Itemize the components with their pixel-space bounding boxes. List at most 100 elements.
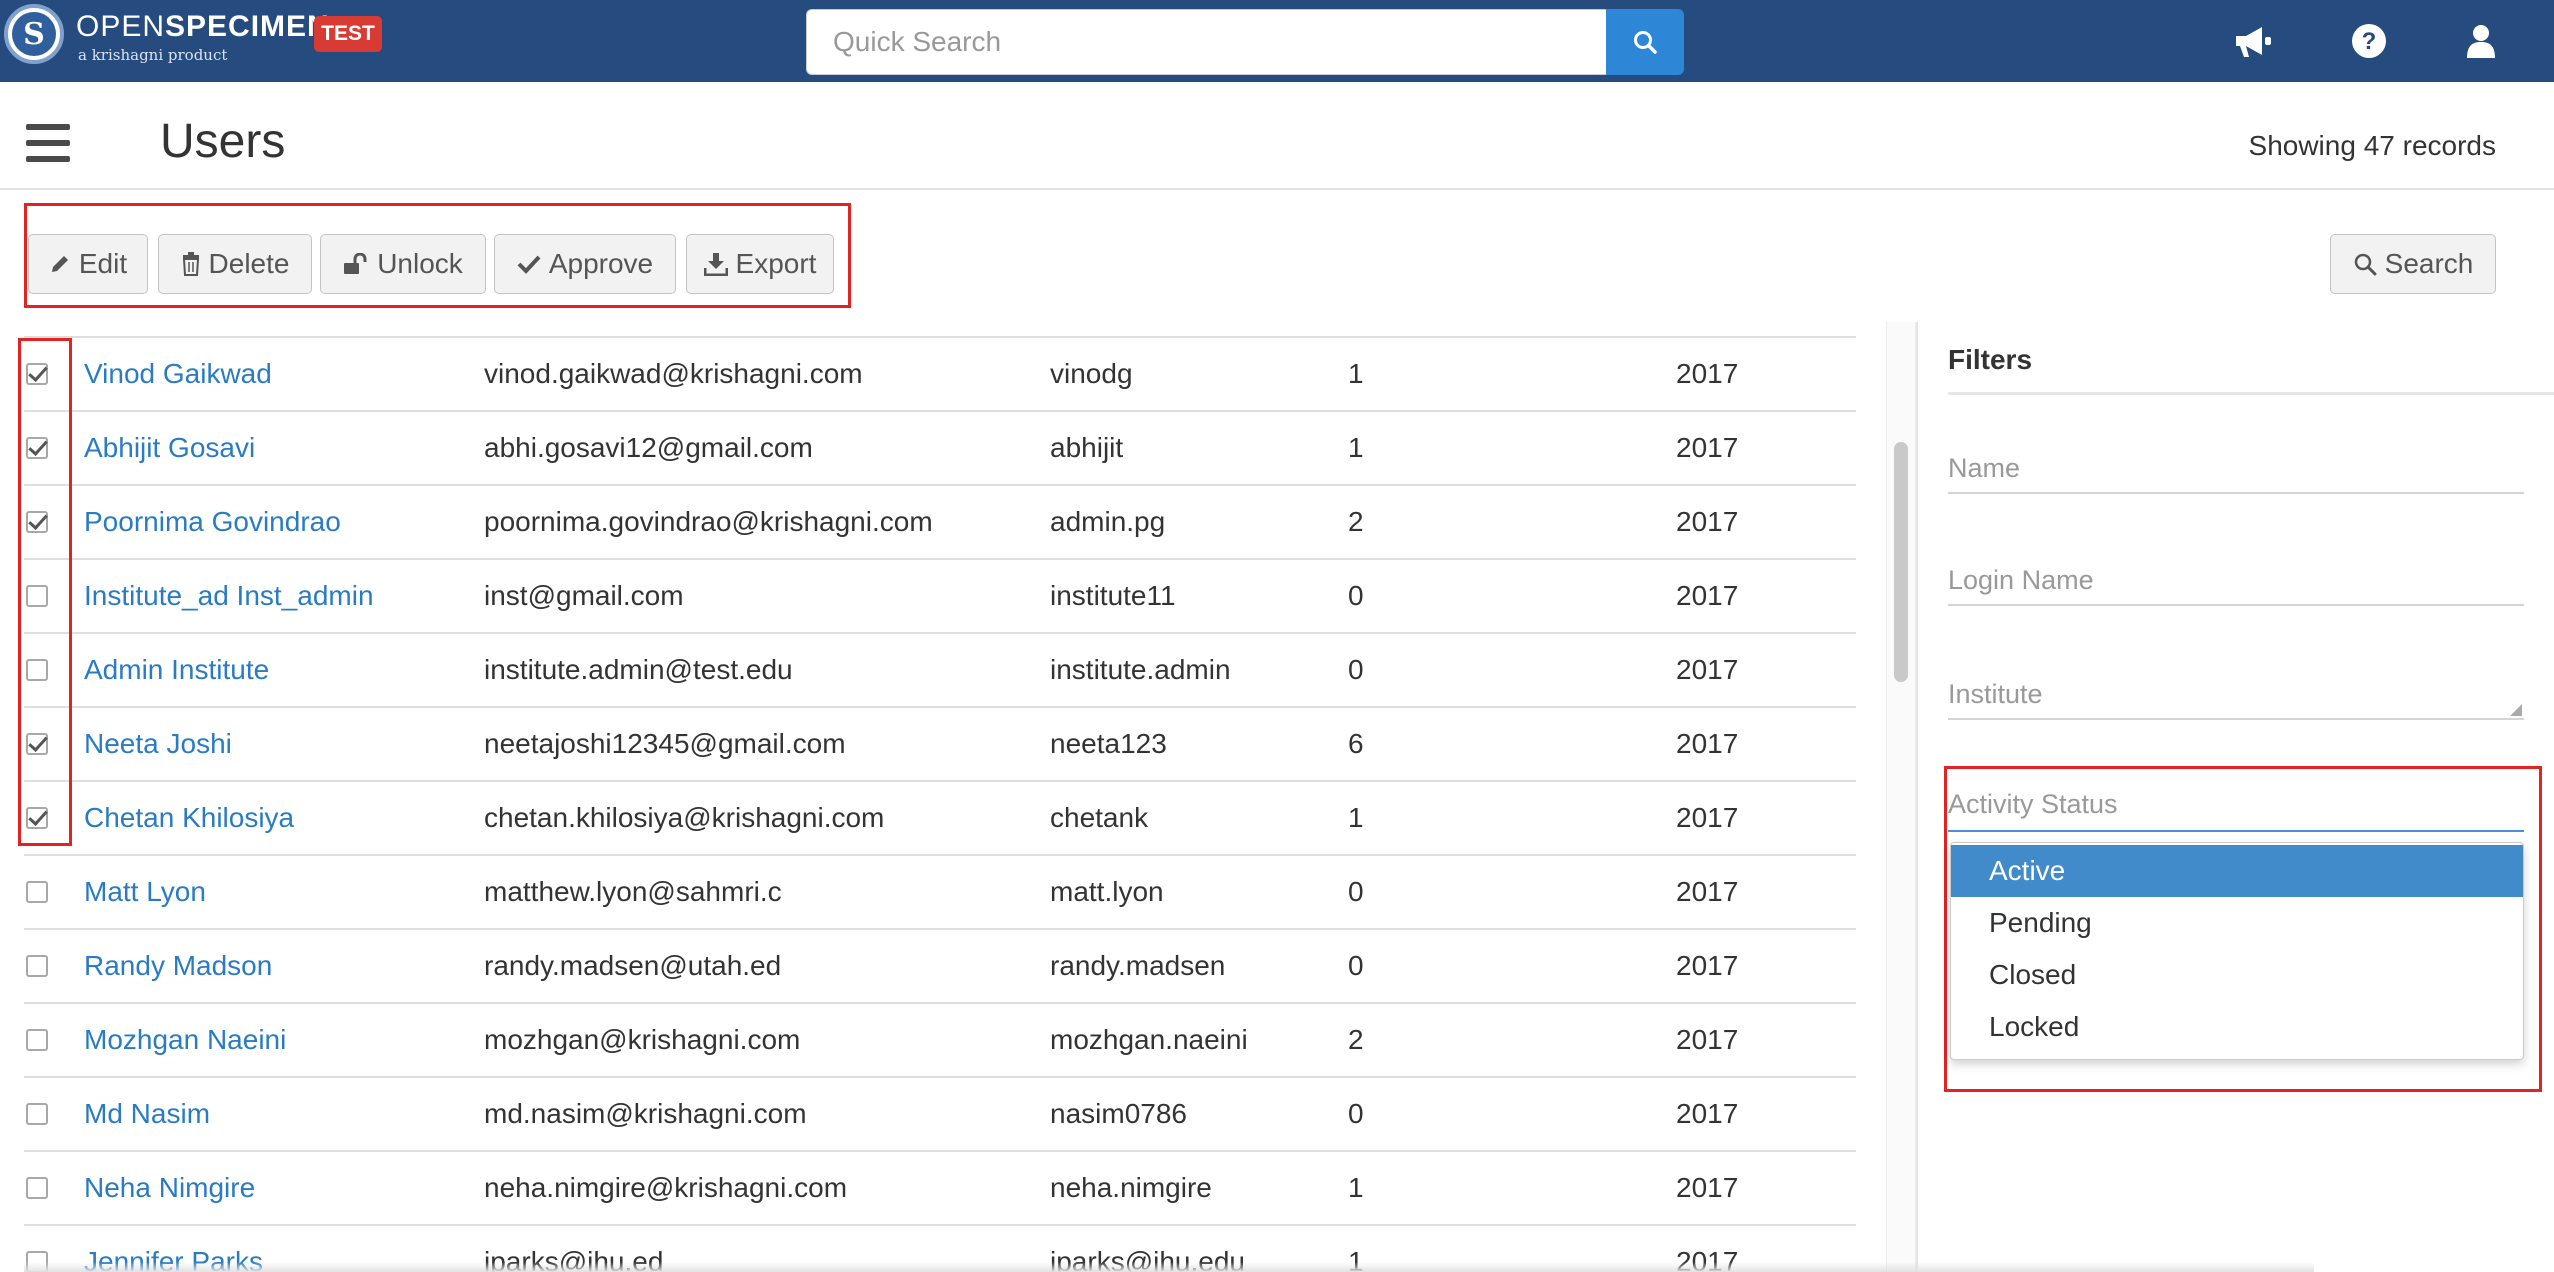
name-filter-field[interactable]: Name	[1948, 448, 2524, 494]
scrollbar-thumb[interactable]	[1894, 442, 1908, 682]
window-bottom-edge	[24, 1262, 2314, 1272]
user-count: 0	[1348, 1098, 1364, 1129]
user-email: neha.nimgire@krishagni.com	[484, 1172, 848, 1203]
brand-tagline: a krishagni product	[78, 46, 228, 64]
user-name-link[interactable]: Poornima Govindrao	[84, 486, 341, 558]
table-row: Abhijit Gosavi abhi.gosavi12@gmail.com a…	[24, 410, 1856, 484]
user-count: 1	[1348, 358, 1364, 389]
user-email: inst@gmail.com	[484, 580, 684, 611]
user-name-link[interactable]: Chetan Khilosiya	[84, 782, 294, 854]
search-icon	[2354, 253, 2377, 276]
status-option-active[interactable]: Active	[1951, 845, 2523, 897]
approve-label: Approve	[548, 248, 654, 279]
user-count: 0	[1348, 950, 1364, 981]
brand-name-light: OPEN	[76, 10, 166, 43]
approve-button[interactable]: Approve	[494, 234, 676, 294]
openspecimen-logo-icon[interactable]: S	[4, 4, 64, 64]
user-count: 1	[1348, 802, 1364, 833]
table-row: Admin Institute institute.admin@test.edu…	[24, 632, 1856, 706]
status-option-closed[interactable]: Closed	[1951, 949, 2523, 1001]
quick-search-input[interactable]	[806, 9, 1606, 75]
user-year: 2017	[1676, 950, 1739, 981]
table-row: Neeta Joshi neetajoshi12345@gmail.com ne…	[24, 706, 1856, 780]
download-icon	[703, 253, 728, 276]
checkbox-annotation-box	[18, 338, 72, 846]
user-name-link[interactable]: Randy Madson	[84, 930, 272, 1002]
user-login: admin.pg	[1050, 506, 1166, 537]
user-name-link[interactable]: Vinod Gaikwad	[84, 338, 272, 410]
user-count: 2	[1348, 1024, 1364, 1055]
user-email: mozhgan@krishagni.com	[484, 1024, 801, 1055]
user-year: 2017	[1676, 1172, 1739, 1203]
user-login: randy.madsen	[1050, 950, 1226, 981]
table-row: Poornima Govindrao poornima.govindrao@kr…	[24, 484, 1856, 558]
menu-toggle-button[interactable]	[26, 124, 70, 162]
user-name-link[interactable]: Abhijit Gosavi	[84, 412, 255, 484]
user-year: 2017	[1676, 1098, 1739, 1129]
row-checkbox[interactable]	[26, 1177, 48, 1199]
user-name-link[interactable]: Matt Lyon	[84, 856, 206, 928]
quick-search-button[interactable]	[1606, 9, 1684, 75]
user-count: 2	[1348, 506, 1364, 537]
brand-name-bold: SPECIMEN	[165, 10, 330, 43]
search-icon	[1634, 31, 1657, 54]
user-name-link[interactable]: Neeta Joshi	[84, 708, 232, 780]
edit-button[interactable]: Edit	[28, 234, 148, 294]
export-label: Export	[735, 248, 817, 279]
resize-handle-icon	[2510, 704, 2522, 716]
user-year: 2017	[1676, 506, 1739, 537]
user-menu-button[interactable]	[2456, 16, 2506, 66]
user-name-link[interactable]: Neha Nimgire	[84, 1152, 255, 1224]
user-login: neha.nimgire	[1050, 1172, 1212, 1203]
export-button[interactable]: Export	[686, 234, 834, 294]
institute-filter-placeholder: Institute	[1948, 679, 2043, 709]
user-year: 2017	[1676, 1024, 1739, 1055]
pencil-icon	[51, 256, 68, 272]
table-row: Neha Nimgire neha.nimgire@krishagni.com …	[24, 1150, 1856, 1224]
row-checkbox[interactable]	[26, 955, 48, 977]
search-button[interactable]: Search	[2330, 234, 2496, 294]
unlock-button[interactable]: Unlock	[320, 234, 486, 294]
user-email: chetan.khilosiya@krishagni.com	[484, 802, 885, 833]
user-count: 0	[1348, 876, 1364, 907]
user-name-link[interactable]: Md Nasim	[84, 1078, 210, 1150]
activity-status-dropdown: Active Pending Closed Locked	[1950, 842, 2524, 1060]
user-count: 0	[1348, 654, 1364, 685]
unlock-label: Unlock	[377, 248, 463, 279]
row-checkbox[interactable]	[26, 881, 48, 903]
row-checkbox[interactable]	[26, 1103, 48, 1125]
user-name-link[interactable]: Institute_ad Inst_admin	[84, 560, 374, 632]
top-navbar: S OPENSPECIMEN a krishagni product TEST …	[0, 0, 2554, 82]
name-filter-placeholder: Name	[1948, 453, 2021, 483]
announcements-button[interactable]	[2228, 16, 2278, 66]
table-row: Md Nasim md.nasim@krishagni.com nasim078…	[24, 1076, 1856, 1150]
user-login: vinodg	[1050, 358, 1133, 389]
edit-label: Edit	[78, 248, 128, 279]
user-login: neeta123	[1050, 728, 1167, 759]
user-login: matt.lyon	[1050, 876, 1164, 907]
user-email: institute.admin@test.edu	[484, 654, 793, 685]
check-icon	[517, 255, 541, 274]
user-email: neetajoshi12345@gmail.com	[484, 728, 846, 759]
table-row: Chetan Khilosiya chetan.khilosiya@krisha…	[24, 780, 1856, 854]
delete-button[interactable]: Delete	[158, 234, 312, 294]
user-count: 0	[1348, 580, 1364, 611]
help-button[interactable]: ?	[2344, 16, 2394, 66]
records-count: Showing 47 records	[2248, 130, 2496, 161]
user-count: 6	[1348, 728, 1364, 759]
row-checkbox[interactable]	[26, 1029, 48, 1051]
delete-label: Delete	[208, 248, 290, 279]
user-name-link[interactable]: Mozhgan Naeini	[84, 1004, 286, 1076]
login-name-filter-placeholder: Login Name	[1948, 565, 2094, 595]
status-option-locked[interactable]: Locked	[1951, 1001, 2523, 1053]
institute-filter-select[interactable]: Institute	[1948, 674, 2524, 720]
brand-name[interactable]: OPENSPECIMEN	[76, 12, 330, 42]
user-login: nasim0786	[1050, 1098, 1187, 1129]
table-row: Vinod Gaikwad vinod.gaikwad@krishagni.co…	[24, 336, 1856, 410]
status-option-pending[interactable]: Pending	[1951, 897, 2523, 949]
activity-status-select[interactable]: Activity Status	[1948, 784, 2524, 832]
login-name-filter-field[interactable]: Login Name	[1948, 560, 2524, 606]
user-name-link[interactable]: Admin Institute	[84, 634, 269, 706]
user-year: 2017	[1676, 432, 1739, 463]
user-login: mozhgan.naeini	[1050, 1024, 1248, 1055]
